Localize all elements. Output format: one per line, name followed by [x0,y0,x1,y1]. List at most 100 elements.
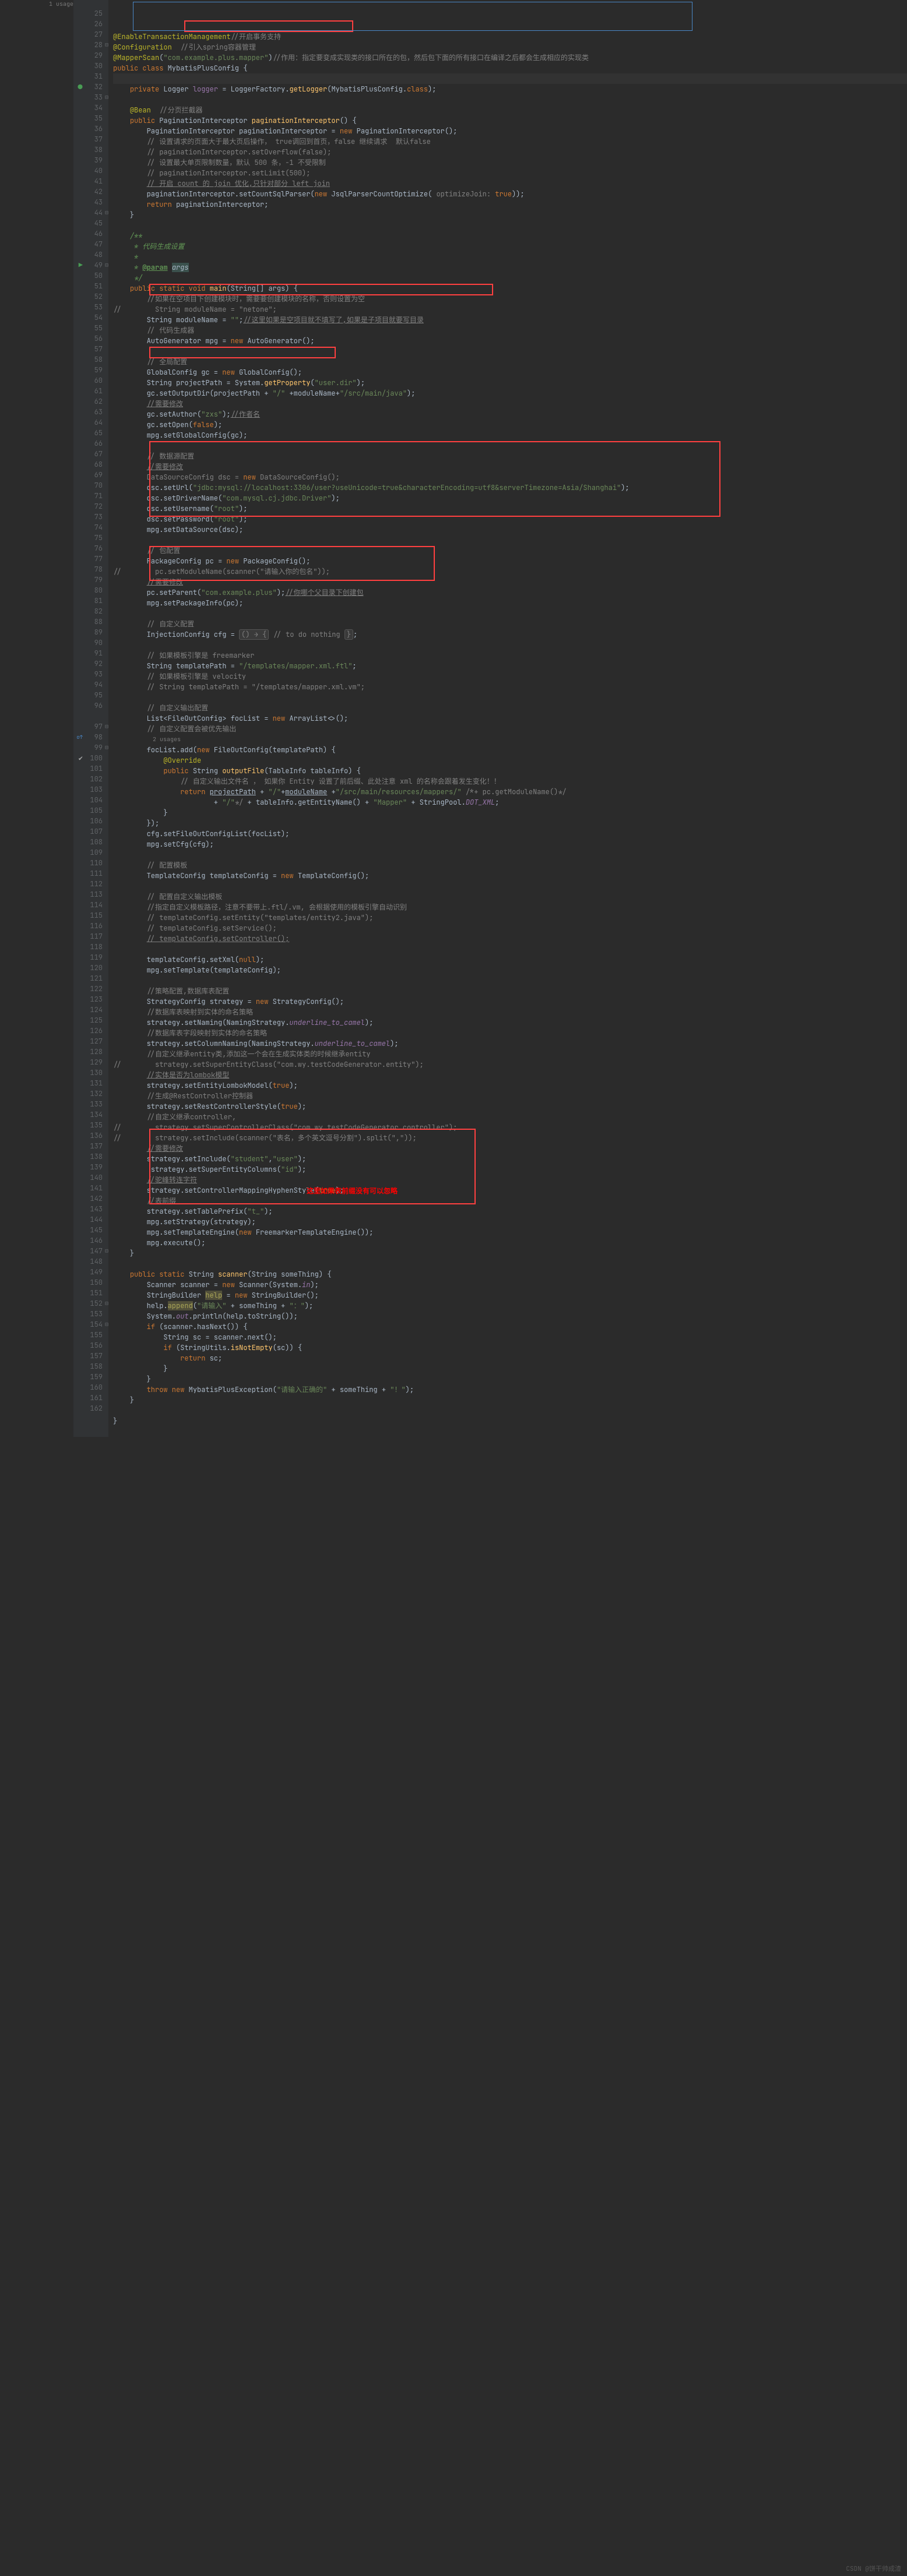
line-number[interactable]: 153 [73,1309,103,1319]
code-line[interactable]: GlobalConfig gc = new GlobalConfig(); [113,367,907,378]
code-line[interactable]: System.out.println(help.toString()); [113,1311,907,1322]
code-line[interactable]: // 配置自定义输出模板 [113,891,907,902]
line-number[interactable]: 144 [73,1214,103,1225]
code-line[interactable] [113,692,907,703]
code-line[interactable]: // paginationInterceptor.setLimit(500); [113,168,907,178]
line-number[interactable]: 154⊟ [73,1319,103,1330]
code-line[interactable]: mpg.setGlobalConfig(gc); [113,430,907,441]
line-number[interactable]: 151 [73,1288,103,1298]
code-line[interactable]: // strategy.setInclude(scanner("表名，多个英文逗… [113,1133,907,1143]
line-number[interactable]: 64 [73,417,103,428]
code-line[interactable] [113,535,907,545]
line-number[interactable]: 117 [73,931,103,942]
code-line[interactable]: cfg.setFileOutConfigList(focList); [113,829,907,839]
code-line[interactable]: return paginationInterceptor; [113,199,907,210]
code-line[interactable]: //表前缀 [113,1196,907,1206]
line-number[interactable]: 113 [73,889,103,900]
line-number-gutter[interactable]: 25262728⊟29303132⬤33⊟3435363738394041424… [73,0,108,1437]
line-number[interactable]: 32⬤ [73,82,103,92]
code-line[interactable]: } [113,808,907,818]
code-line[interactable]: } [113,1395,907,1405]
line-number[interactable]: 52 [73,291,103,302]
line-number[interactable]: 56 [73,333,103,344]
line-number[interactable]: 162 [73,1403,103,1414]
code-line[interactable]: StrategyConfig strategy = new StrategyCo… [113,996,907,1007]
code-line[interactable]: return sc; [113,1353,907,1363]
line-number[interactable]: 44⊟ [73,207,103,218]
line-number[interactable]: 72 [73,501,103,512]
line-number[interactable]: 71 [73,491,103,501]
line-number[interactable]: 88 [73,616,103,627]
code-line[interactable]: //需要修改 [113,577,907,587]
code-line[interactable]: strategy.setRestControllerStyle(true); [113,1101,907,1112]
code-line[interactable]: // 配置模板 [113,860,907,871]
line-number[interactable]: 74 [73,522,103,533]
line-number[interactable]: 37 [73,134,103,145]
line-number[interactable]: 109 [73,847,103,858]
code-line[interactable]: strategy.setColumnNaming(NamingStrategy.… [113,1038,907,1049]
code-line[interactable]: } [113,210,907,220]
code-line[interactable]: // paginationInterceptor.setOverflow(fal… [113,147,907,157]
line-number[interactable]: 62 [73,396,103,407]
line-number[interactable]: 111 [73,868,103,879]
code-line[interactable]: //指定自定义模板路径，注意不要带上.ftl/.vm, 会根据使用的模板引擎自动… [113,902,907,912]
line-number[interactable]: 119 [73,952,103,963]
code-line[interactable] [113,975,907,986]
code-line[interactable] [113,1426,907,1437]
code-line[interactable]: gc.setOpen(false); [113,420,907,430]
code-line[interactable]: // 自定义配置 [113,619,907,629]
code-line[interactable]: // 设置请求的页面大于最大页后操作， true调回到首页，false 继续请求… [113,136,907,147]
code-line[interactable]: mpg.setPackageInfo(pc); [113,598,907,608]
code-line[interactable]: public static String scanner(String some… [113,1269,907,1280]
line-number[interactable]: 49▶⊟ [73,260,103,270]
line-number[interactable]: 141 [73,1183,103,1193]
line-number[interactable]: 33⊟ [73,92,103,103]
code-line[interactable]: //数据库表字段映射到实体的命名策略 [113,1028,907,1038]
code-line[interactable]: // 数据源配置 [113,451,907,461]
code-line[interactable]: */ [113,273,907,283]
line-number[interactable]: 124 [73,1005,103,1015]
code-line[interactable]: } [113,1374,907,1384]
code-line[interactable]: dsc.setPassword("root"); [113,514,907,524]
line-number[interactable]: 94 [73,679,103,690]
code-line[interactable]: throw new MybatisPlusException("请输入正确的" … [113,1384,907,1395]
line-number[interactable]: 67 [73,449,103,459]
line-number[interactable]: 45 [73,218,103,228]
code-line[interactable] [113,881,907,891]
line-number[interactable]: 134 [73,1109,103,1120]
code-line[interactable]: PackageConfig pc = new PackageConfig(); [113,556,907,566]
line-number[interactable]: 69 [73,470,103,480]
line-number[interactable]: 112 [73,879,103,889]
run-icon[interactable]: ▶ [75,260,83,268]
code-line[interactable]: //数据库表映射到实体的命名策略 [113,1007,907,1017]
line-number[interactable]: 89 [73,627,103,637]
line-number[interactable]: 53 [73,302,103,312]
code-line[interactable]: StringBuilder help = new StringBuilder()… [113,1290,907,1301]
line-number[interactable]: 100✔ [73,753,103,763]
line-number[interactable]: 158 [73,1361,103,1372]
code-line[interactable]: String templatePath = "/templates/mapper… [113,661,907,671]
line-number[interactable]: 95 [73,690,103,700]
line-number[interactable]: 70 [73,480,103,491]
line-number[interactable]: 43 [73,197,103,207]
code-line[interactable]: public static void main(String[] args) { [113,283,907,294]
code-line[interactable]: // 包配置 [113,545,907,556]
line-number[interactable]: 128 [73,1046,103,1057]
line-number[interactable]: 108 [73,837,103,847]
code-line[interactable] [113,1405,907,1416]
code-line[interactable] [113,346,907,357]
code-line[interactable]: InjectionConfig cfg = () → { // to do no… [113,629,907,640]
line-number[interactable]: 48 [73,249,103,260]
code-line[interactable]: dsc.setUsername("root"); [113,503,907,514]
code-line[interactable]: //自定义继承controller, [113,1112,907,1122]
override-icon[interactable]: o↑ [75,732,83,740]
line-number[interactable]: 73 [73,512,103,522]
line-number[interactable]: 159 [73,1372,103,1382]
line-number[interactable]: 120 [73,963,103,973]
line-number[interactable]: 82 [73,606,103,616]
bookmark-icon[interactable]: ✔ [75,753,83,761]
line-number[interactable]: 148 [73,1256,103,1267]
code-line[interactable]: //策略配置,数据库表配置 [113,986,907,996]
line-number[interactable]: 150 [73,1277,103,1288]
code-line[interactable]: @Bean //分页拦截器 [113,105,907,115]
